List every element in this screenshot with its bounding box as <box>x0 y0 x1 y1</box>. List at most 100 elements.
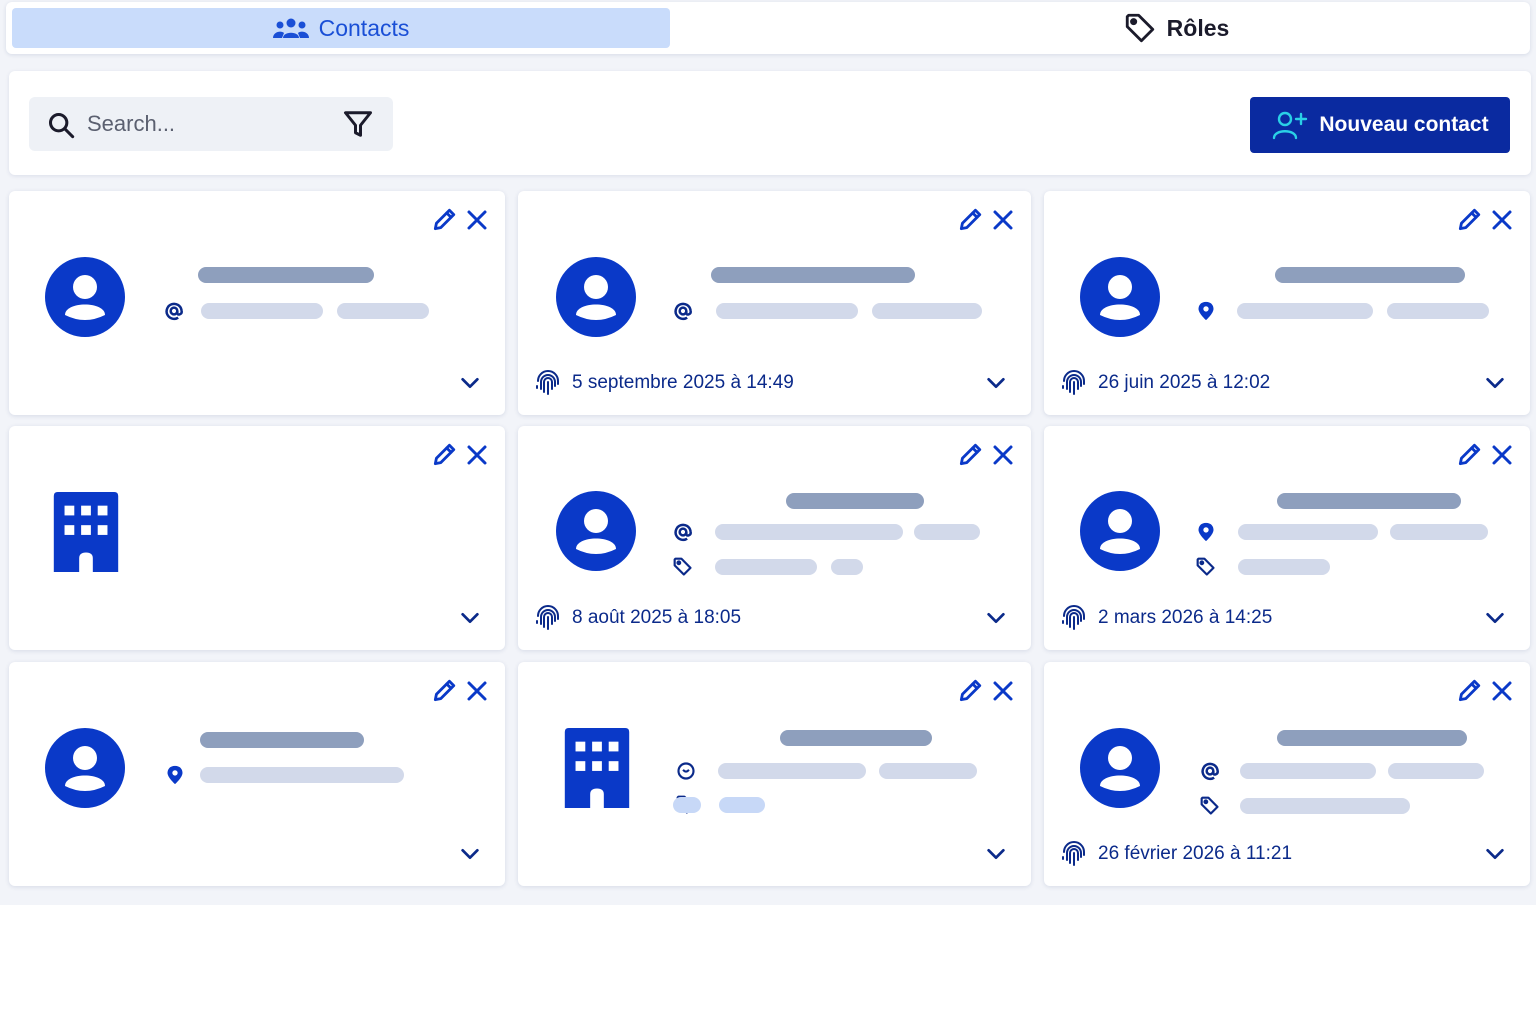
created-date-text: 8 août 2025 à 18:05 <box>572 607 742 628</box>
person-avatar-icon <box>1080 491 1160 571</box>
contact-card[interactable]: 5 septembre 2025 à 14:49 <box>518 191 1031 415</box>
contact-card[interactable] <box>9 662 505 886</box>
new-contact-label: Nouveau contact <box>1319 113 1489 136</box>
field-value-placeholder <box>872 303 982 319</box>
field-value-placeholder <box>1238 559 1330 575</box>
organization-icon <box>564 728 630 808</box>
contact-card[interactable] <box>518 662 1031 886</box>
search-input[interactable] <box>87 107 327 141</box>
edit-icon[interactable] <box>1456 207 1482 233</box>
created-date-text: 26 février 2026 à 11:21 <box>1098 843 1293 864</box>
chevron-down-icon[interactable] <box>985 372 1007 394</box>
chevron-down-icon[interactable] <box>1484 372 1506 394</box>
created-date: 2 mars 2026 à 14:25 <box>1060 604 1272 632</box>
contact-name-placeholder <box>786 493 924 509</box>
chevron-down-icon[interactable] <box>1484 607 1506 629</box>
at-sign-icon <box>673 300 693 322</box>
delete-icon[interactable] <box>991 679 1015 703</box>
field-value-placeholder <box>718 763 866 779</box>
fingerprint-icon <box>534 369 562 397</box>
field-value-placeholder <box>1238 524 1378 540</box>
person-avatar-icon <box>556 257 636 337</box>
tag-icon <box>1196 556 1216 578</box>
tab-contacts[interactable]: Contacts <box>12 8 670 48</box>
contact-card[interactable]: 2 mars 2026 à 14:25 <box>1044 426 1530 650</box>
chevron-down-icon[interactable] <box>985 843 1007 865</box>
delete-icon[interactable] <box>1490 443 1514 467</box>
chevron-down-icon[interactable] <box>985 607 1007 629</box>
created-date: 5 septembre 2025 à 14:49 <box>534 369 794 397</box>
chevron-down-icon[interactable] <box>1484 843 1506 865</box>
person-avatar-icon <box>45 257 125 337</box>
search-icon <box>48 112 75 139</box>
contact-name-placeholder <box>1277 493 1461 509</box>
field-value-placeholder <box>337 303 429 319</box>
chevron-down-icon[interactable] <box>459 843 481 865</box>
field-value-placeholder <box>715 559 817 575</box>
users-icon <box>272 18 309 38</box>
chevron-down-icon[interactable] <box>459 372 481 394</box>
contact-card[interactable] <box>9 426 505 815</box>
edit-icon[interactable] <box>431 678 457 704</box>
edit-icon[interactable] <box>431 442 457 468</box>
phone-icon <box>676 760 696 782</box>
tab-roles-label: Rôles <box>1166 14 1230 41</box>
contact-card[interactable]: 8 août 2025 à 18:05 <box>518 426 1031 650</box>
edit-icon[interactable] <box>431 207 457 233</box>
created-date: 8 août 2025 à 18:05 <box>534 604 741 632</box>
edit-icon[interactable] <box>957 678 983 704</box>
location-pin-icon <box>165 764 185 786</box>
field-value-placeholder <box>1388 763 1484 779</box>
toolbar: Nouveau contact <box>9 71 1531 175</box>
field-value-placeholder <box>715 524 903 540</box>
person-avatar-icon <box>1080 728 1160 808</box>
field-value-placeholder <box>1390 524 1488 540</box>
delete-icon[interactable] <box>465 208 489 232</box>
delete-icon[interactable] <box>465 679 489 703</box>
new-contact-button[interactable]: Nouveau contact <box>1250 97 1510 153</box>
contact-card[interactable]: 26 juin 2025 à 12:02 <box>1044 191 1530 415</box>
contact-card[interactable]: 26 février 2026 à 11:21 <box>1044 662 1530 886</box>
at-sign-icon <box>1200 760 1220 782</box>
fingerprint-icon <box>534 604 562 632</box>
tab-roles[interactable]: Rôles <box>886 8 1466 48</box>
delete-icon[interactable] <box>1490 679 1514 703</box>
created-date-text: 2 mars 2026 à 14:25 <box>1098 607 1273 628</box>
tab-contacts-label: Contacts <box>318 14 410 41</box>
edit-icon[interactable] <box>1456 442 1482 468</box>
contact-name-placeholder <box>711 267 915 283</box>
field-value-placeholder <box>201 303 323 319</box>
field-value-placeholder <box>200 767 404 783</box>
tag-icon <box>673 556 693 578</box>
search-box <box>29 97 393 151</box>
fingerprint-icon <box>1060 369 1088 397</box>
contact-card[interactable] <box>9 191 505 415</box>
at-sign-icon <box>673 521 693 543</box>
add-user-icon <box>1273 111 1308 140</box>
tab-bar: Contacts Rôles <box>6 2 1530 54</box>
field-value-placeholder <box>879 763 977 779</box>
contact-name-placeholder <box>1277 730 1467 746</box>
created-date-text: 26 juin 2025 à 12:02 <box>1098 372 1271 393</box>
delete-icon[interactable] <box>465 443 489 467</box>
field-value-placeholder <box>716 303 858 319</box>
field-value-placeholder <box>673 797 701 813</box>
location-pin-icon <box>1196 521 1216 543</box>
contact-name-placeholder <box>200 732 364 748</box>
delete-icon[interactable] <box>1490 208 1514 232</box>
tag-icon <box>1125 13 1154 43</box>
delete-icon[interactable] <box>991 443 1015 467</box>
edit-icon[interactable] <box>957 207 983 233</box>
contact-name-placeholder <box>198 267 374 283</box>
person-avatar-icon <box>45 728 125 808</box>
tag-icon <box>1200 795 1220 817</box>
filter-icon[interactable] <box>343 109 373 139</box>
chevron-down-icon[interactable] <box>459 607 481 629</box>
delete-icon[interactable] <box>991 208 1015 232</box>
contact-name-placeholder <box>1275 267 1465 283</box>
edit-icon[interactable] <box>1456 678 1482 704</box>
field-value-placeholder <box>1387 303 1489 319</box>
contact-name-placeholder <box>780 730 932 746</box>
field-value-placeholder <box>914 524 980 540</box>
edit-icon[interactable] <box>957 442 983 468</box>
